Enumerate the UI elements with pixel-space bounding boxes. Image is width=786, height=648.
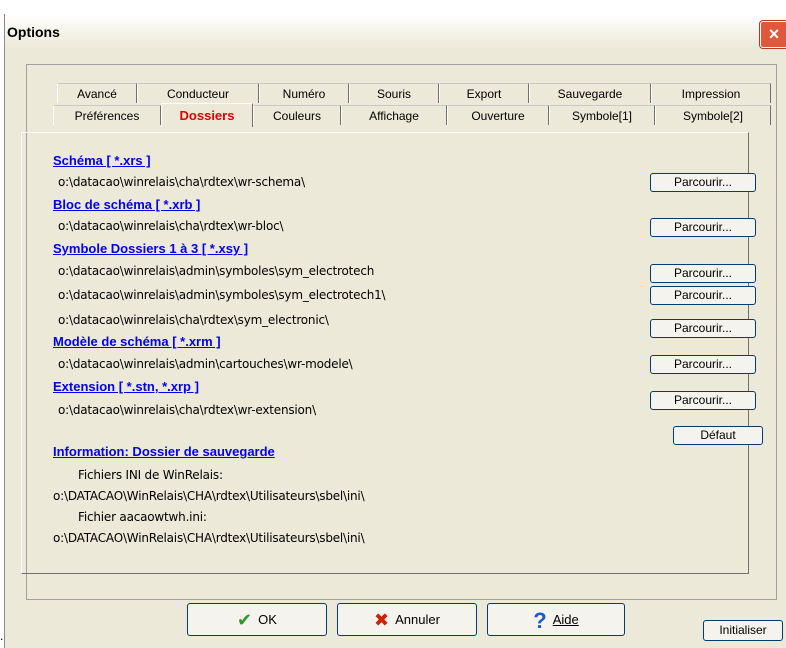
tab-symbole-2[interactable]: Symbole[2]: [655, 105, 771, 125]
close-icon[interactable]: ×: [760, 21, 786, 48]
tab-conducteur[interactable]: Conducteur: [137, 83, 259, 103]
path-modele: o:\datacao\winrelais\admin\cartouches\wr…: [58, 357, 353, 371]
info-title: Information: Dossier de sauvegarde: [53, 444, 275, 459]
checkmark-icon: ✔: [237, 610, 253, 631]
info-file-path: o:\DATACAO\WinRelais\CHA\rdtex\Utilisate…: [53, 531, 365, 545]
browse-schema-button[interactable]: Parcourir...: [650, 173, 756, 192]
tab-affichage[interactable]: Affichage: [341, 105, 447, 125]
title-bar: Options ×: [5, 14, 786, 54]
section-extension[interactable]: Extension [ *.stn, *.xrp ]: [53, 379, 199, 394]
browse-extension-button[interactable]: Parcourir...: [650, 391, 756, 410]
path-bloc: o:\datacao\winrelais\cha\rdtex\wr-bloc\: [58, 219, 284, 233]
browse-symbole-2-button[interactable]: Parcourir...: [650, 286, 756, 305]
path-symbole-2: o:\datacao\winrelais\admin\symboles\sym_…: [58, 288, 386, 302]
browse-bloc-button[interactable]: Parcourir...: [650, 218, 756, 237]
path-schema: o:\datacao\winrelais\cha\rdtex\wr-schema…: [58, 175, 305, 189]
info-file-label: Fichier aacaowtwh.ini:: [78, 510, 207, 524]
tab-dossiers[interactable]: Dossiers: [161, 103, 253, 127]
cross-icon: ✖: [374, 610, 390, 631]
info-ini-path: o:\DATACAO\WinRelais\CHA\rdtex\Utilisate…: [53, 489, 365, 503]
tab-symbole-1[interactable]: Symbole[1]: [549, 105, 655, 125]
default-button[interactable]: Défaut: [673, 426, 763, 445]
tab-numero[interactable]: Numéro: [259, 83, 349, 103]
question-icon: ?: [533, 608, 547, 634]
section-symbole[interactable]: Symbole Dossiers 1 à 3 [ *.xsy ]: [53, 241, 248, 256]
browse-symbole-3-button[interactable]: Parcourir...: [650, 319, 756, 338]
section-modele[interactable]: Modèle de schéma [ *.xrm ]: [53, 334, 221, 349]
ok-label: OK: [258, 612, 277, 627]
path-symbole-1: o:\datacao\winrelais\admin\symboles\sym_…: [58, 264, 375, 278]
path-extension: o:\datacao\winrelais\cha\rdtex\wr-extens…: [58, 403, 316, 417]
section-bloc[interactable]: Bloc de schéma [ *.xrb ]: [53, 197, 200, 212]
section-schema[interactable]: Schéma [ *.xrs ]: [53, 153, 151, 168]
tab-sauvegarde[interactable]: Sauvegarde: [529, 83, 651, 103]
help-button[interactable]: ? Aide: [487, 603, 625, 636]
browse-modele-button[interactable]: Parcourir...: [650, 355, 756, 374]
tab-preferences[interactable]: Préférences: [53, 105, 161, 125]
ok-button[interactable]: ✔ OK: [187, 603, 327, 636]
info-ini-label: Fichiers INI de WinRelais:: [78, 468, 223, 482]
tab-impression[interactable]: Impression: [651, 83, 771, 103]
path-symbole-3: o:\datacao\winrelais\cha\rdtex\sym_elect…: [58, 313, 329, 327]
help-label: Aide: [552, 612, 579, 627]
initialiser-button[interactable]: Initialiser: [703, 620, 783, 641]
tab-avance[interactable]: Avancé: [57, 83, 137, 103]
browse-symbole-1-button[interactable]: Parcourir...: [650, 264, 756, 283]
tab-export[interactable]: Export: [439, 83, 529, 103]
tab-souris[interactable]: Souris: [349, 83, 439, 103]
tab-couleurs[interactable]: Couleurs: [253, 105, 341, 125]
stray-dot: .: [0, 629, 4, 643]
cancel-label: Annuler: [395, 612, 440, 627]
cancel-button[interactable]: ✖ Annuler: [337, 603, 477, 636]
tab-ouverture[interactable]: Ouverture: [447, 105, 549, 125]
window-title: Options: [7, 24, 60, 40]
